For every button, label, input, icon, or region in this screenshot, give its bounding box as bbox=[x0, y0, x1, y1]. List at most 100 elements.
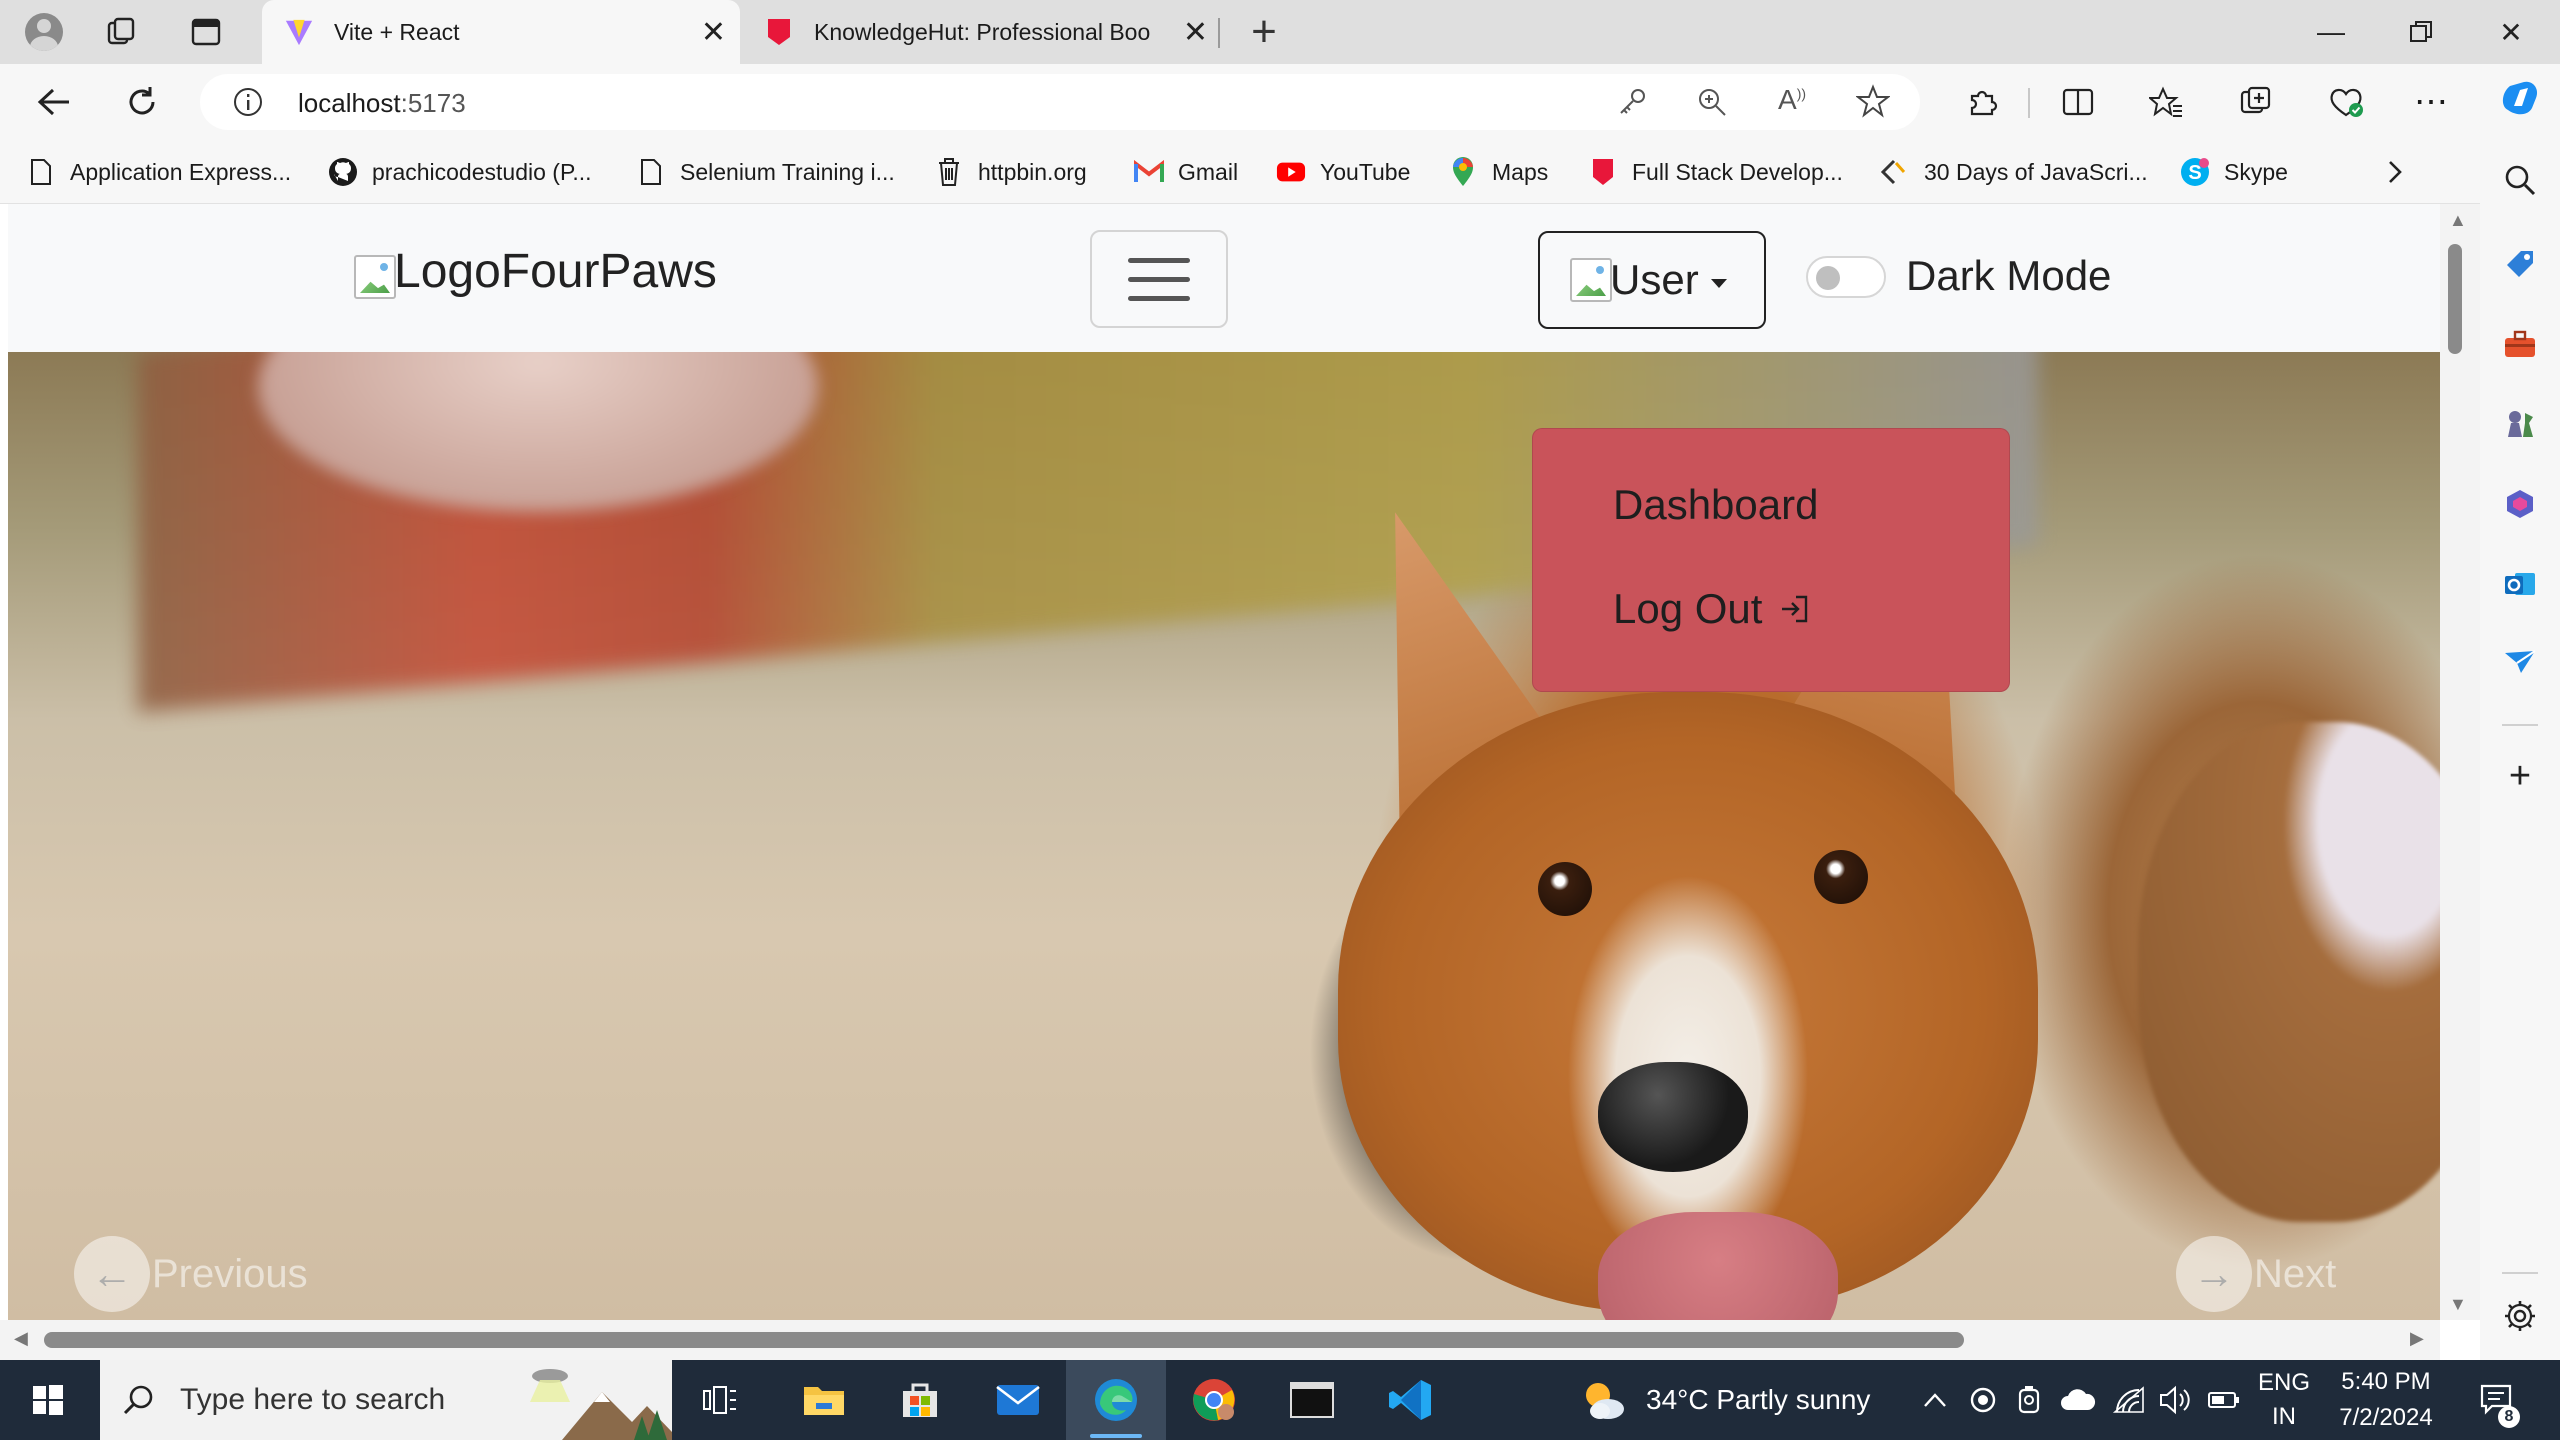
back-arrow-icon[interactable] bbox=[30, 78, 78, 126]
toolbox-icon[interactable] bbox=[2498, 322, 2542, 366]
bookmark-gmail[interactable]: Gmail bbox=[1134, 152, 1238, 192]
outlook-icon[interactable] bbox=[2498, 562, 2542, 606]
blurred-basket bbox=[2138, 722, 2440, 1222]
toolbar-divider bbox=[2028, 88, 2030, 118]
refresh-icon[interactable] bbox=[118, 78, 166, 126]
shopping-tag-icon[interactable] bbox=[2498, 242, 2542, 286]
onedrive-cloud-icon[interactable] bbox=[2058, 1360, 2098, 1440]
scrollbar-thumb[interactable] bbox=[2448, 244, 2462, 354]
tab-vite-react[interactable]: Vite + React ✕ bbox=[262, 0, 740, 64]
wifi-icon[interactable] bbox=[2110, 1360, 2150, 1440]
bookmark-skype[interactable]: S Skype bbox=[2180, 152, 2288, 192]
battery-icon[interactable] bbox=[2204, 1360, 2244, 1440]
address-bar[interactable]: localhost:5173 A)) bbox=[200, 74, 1920, 130]
bookmark-youtube[interactable]: YouTube bbox=[1276, 152, 1410, 192]
site-navbar: Logo FourPaws User Dark Mode bbox=[8, 204, 2440, 352]
site-logo[interactable]: Logo FourPaws bbox=[354, 244, 717, 299]
read-aloud-icon[interactable]: A)) bbox=[1778, 84, 1806, 116]
split-screen-icon[interactable] bbox=[2054, 78, 2102, 126]
sidebar-divider bbox=[2502, 724, 2538, 726]
windows-start-icon[interactable] bbox=[0, 1360, 96, 1440]
vertical-tabs-icon[interactable] bbox=[182, 8, 230, 56]
tab-knowledgehut[interactable]: KnowledgeHut: Professional Boo ✕ bbox=[742, 0, 1222, 64]
vertical-scrollbar[interactable]: ▲ ▼ bbox=[2440, 204, 2480, 1320]
chrome-icon[interactable] bbox=[1164, 1360, 1264, 1440]
microsoft-365-icon[interactable] bbox=[2498, 482, 2542, 526]
language-indicator[interactable]: ENG IN bbox=[2256, 1360, 2312, 1440]
dark-mode-switch[interactable] bbox=[1806, 256, 1886, 298]
close-window-button[interactable]: ✕ bbox=[2466, 0, 2556, 64]
skype-icon: S bbox=[2180, 157, 2210, 187]
microsoft-store-icon[interactable] bbox=[870, 1360, 970, 1440]
dropdown-item-dashboard[interactable]: Dashboard bbox=[1613, 481, 1818, 529]
search-placeholder: Type here to search bbox=[180, 1383, 446, 1416]
user-dropdown-button[interactable]: User bbox=[1538, 231, 1766, 329]
hero-carousel-image: ← Previous → Next bbox=[8, 352, 2440, 1320]
bookmark-application-express[interactable]: Application Express... bbox=[26, 152, 291, 192]
favorite-star-icon[interactable] bbox=[1855, 84, 1891, 123]
send-drop-icon[interactable] bbox=[2498, 640, 2542, 684]
browser-essentials-icon[interactable] bbox=[2322, 78, 2370, 126]
navbar-toggle-button[interactable] bbox=[1090, 230, 1228, 328]
record-icon[interactable] bbox=[1966, 1360, 2000, 1440]
bookmark-full-stack[interactable]: Full Stack Develop... bbox=[1588, 152, 1843, 192]
vscode-icon[interactable] bbox=[1360, 1360, 1460, 1440]
notifications-icon[interactable]: 8 bbox=[2468, 1360, 2528, 1440]
add-sidebar-app-icon[interactable]: + bbox=[2498, 754, 2542, 798]
bookmark-selenium-training[interactable]: Selenium Training i... bbox=[636, 152, 895, 192]
windows-taskbar: Type here to search 34°C Partly sunny EN… bbox=[0, 1360, 2560, 1440]
carousel-previous-button[interactable]: ← Previous bbox=[74, 1234, 308, 1314]
scroll-down-icon[interactable]: ▼ bbox=[2449, 1294, 2467, 1315]
bookmark-prachicodestudio[interactable]: prachicodestudio (P... bbox=[328, 152, 592, 192]
games-chess-icon[interactable] bbox=[2498, 402, 2542, 446]
workspaces-icon[interactable] bbox=[98, 8, 146, 56]
copilot-icon[interactable] bbox=[2498, 76, 2542, 120]
scroll-right-icon[interactable]: ▶ bbox=[2410, 1328, 2424, 1349]
camera-app-icon[interactable] bbox=[2012, 1360, 2046, 1440]
minimize-button[interactable]: — bbox=[2286, 0, 2376, 64]
close-tab-icon[interactable]: ✕ bbox=[701, 15, 726, 50]
weather-text[interactable]: 34°C Partly sunny bbox=[1646, 1360, 1870, 1440]
search-icon[interactable] bbox=[2498, 158, 2542, 202]
broken-image-icon bbox=[354, 255, 396, 299]
bookmark-httpbin[interactable]: httpbin.org bbox=[934, 152, 1087, 192]
horizontal-scrollbar[interactable]: ◀ ▶ bbox=[0, 1320, 2440, 1360]
extensions-icon[interactable] bbox=[1958, 78, 2006, 126]
volume-icon[interactable] bbox=[2156, 1360, 2196, 1440]
collections-icon[interactable] bbox=[2232, 78, 2280, 126]
maps-icon bbox=[1448, 157, 1478, 187]
edge-taskbar-icon[interactable] bbox=[1066, 1360, 1166, 1440]
close-tab-icon[interactable]: ✕ bbox=[1183, 15, 1208, 50]
scroll-up-icon[interactable]: ▲ bbox=[2449, 210, 2467, 231]
user-alt-text: User bbox=[1610, 256, 1699, 303]
new-tab-button[interactable]: + bbox=[1240, 7, 1288, 56]
dropdown-item-logout[interactable]: Log Out bbox=[1613, 585, 1812, 633]
restore-button[interactable] bbox=[2376, 0, 2466, 64]
scrollbar-thumb[interactable] bbox=[44, 1332, 1964, 1348]
file-explorer-icon[interactable] bbox=[774, 1360, 874, 1440]
scroll-left-icon[interactable]: ◀ bbox=[14, 1328, 28, 1349]
show-hidden-icons-chevron-icon[interactable] bbox=[1918, 1360, 1952, 1440]
knowledgehut-icon bbox=[1588, 157, 1618, 187]
zoom-icon[interactable] bbox=[1696, 86, 1728, 123]
more-options-icon[interactable]: ⋯ bbox=[2408, 78, 2456, 126]
carousel-next-button[interactable]: → Next bbox=[2176, 1234, 2336, 1314]
bookmarks-bar: Application Express... prachicodestudio … bbox=[0, 140, 2480, 204]
favorites-icon[interactable] bbox=[2142, 78, 2190, 126]
site-info-icon[interactable] bbox=[232, 86, 264, 123]
bookmark-maps[interactable]: Maps bbox=[1448, 152, 1548, 192]
taskbar-search-box[interactable]: Type here to search bbox=[100, 1360, 672, 1440]
profile-avatar-icon[interactable] bbox=[20, 8, 68, 56]
more-bookmarks-chevron-icon[interactable] bbox=[2386, 152, 2404, 192]
sidebar-settings-gear-icon[interactable] bbox=[2498, 1294, 2542, 1338]
code-icon bbox=[1880, 157, 1910, 187]
weather-partly-sunny-icon[interactable] bbox=[1578, 1360, 1628, 1440]
terminal-icon[interactable] bbox=[1262, 1360, 1362, 1440]
mail-icon[interactable] bbox=[968, 1360, 1068, 1440]
clock[interactable]: 5:40 PM 7/2/2024 bbox=[2330, 1360, 2442, 1440]
bookmark-30-days-javascript[interactable]: 30 Days of JavaScri... bbox=[1880, 152, 2148, 192]
user-dropdown-menu: Dashboard Log Out bbox=[1532, 428, 2010, 692]
task-view-icon[interactable] bbox=[692, 1360, 748, 1440]
url-text: localhost:5173 bbox=[298, 88, 466, 118]
password-key-icon[interactable] bbox=[1616, 86, 1648, 123]
